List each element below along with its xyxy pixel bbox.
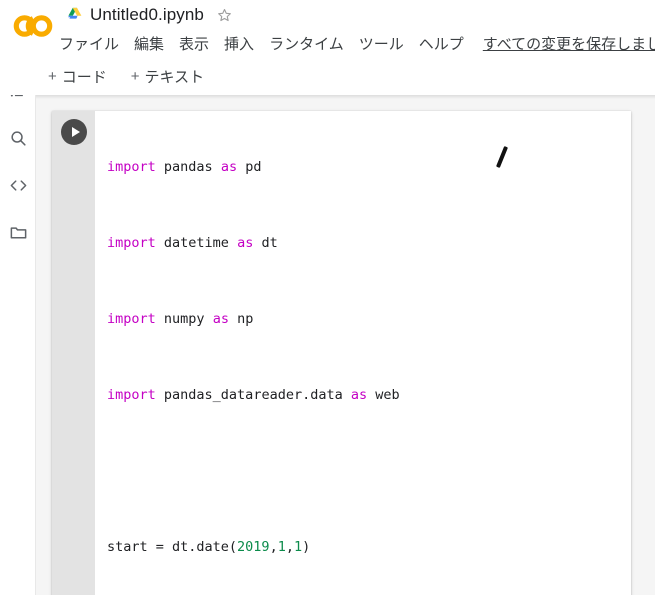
left-sidebar-rail	[0, 60, 35, 595]
app-header: Untitled0.ipynb ファイル 編集 表示 挿入 ランタイム ツール …	[0, 0, 655, 60]
code-line-2: import datetime as dt	[107, 235, 278, 251]
search-icon	[10, 130, 26, 146]
document-title-row: Untitled0.ipynb	[67, 2, 233, 28]
folder-icon	[10, 226, 26, 239]
sidebar-item-search[interactable]	[4, 124, 32, 152]
code-brackets-icon	[10, 179, 26, 191]
kw-import: import	[107, 159, 156, 175]
plus-icon: +	[130, 68, 140, 85]
add-text-cell-button[interactable]: + テキスト	[127, 64, 208, 89]
menu-item-tools[interactable]: ツール	[359, 33, 404, 54]
menu-item-view[interactable]: 表示	[179, 33, 209, 54]
menu-item-help[interactable]: ヘルプ	[419, 33, 464, 54]
menu-item-insert[interactable]: 挿入	[224, 33, 254, 54]
add-text-cell-label: テキスト	[144, 68, 205, 86]
menu-item-runtime[interactable]: ランタイム	[269, 33, 344, 54]
code-line-4: import pandas_datareader.data as web	[107, 387, 400, 403]
notebook-toolbar: + コード + テキスト	[0, 60, 655, 95]
colab-window: Untitled0.ipynb ファイル 編集 表示 挿入 ランタイム ツール …	[0, 0, 655, 595]
canvas-top-shadow	[36, 95, 655, 99]
sidebar-item-files[interactable]	[4, 218, 32, 246]
menu-item-edit[interactable]: 編集	[134, 33, 164, 54]
run-cell-button[interactable]	[61, 119, 87, 145]
kw-as: as	[212, 311, 229, 327]
colab-logo-icon	[13, 15, 53, 37]
kw-import: import	[107, 311, 156, 327]
kw-as: as	[237, 235, 254, 251]
notebook-canvas: import pandas as pd import datetime as d…	[35, 95, 655, 595]
sidebar-item-code-snippets[interactable]	[4, 171, 32, 199]
kw-as: as	[220, 159, 238, 175]
add-code-cell-label: コード	[61, 68, 107, 86]
code-line-3: import numpy as np	[107, 311, 254, 327]
play-icon	[71, 127, 80, 137]
code-line-1: import pandas as pd	[107, 159, 262, 175]
page-title[interactable]: Untitled0.ipynb	[90, 5, 204, 25]
star-outline-icon[interactable]	[216, 7, 233, 24]
kw-import: import	[107, 235, 156, 251]
kw-import: import	[107, 387, 156, 403]
colab-logo[interactable]	[9, 6, 57, 46]
menu-bar: ファイル 編集 表示 挿入 ランタイム ツール ヘルプ すべての変更を保存しまし…	[59, 31, 655, 55]
google-drive-icon	[68, 7, 82, 19]
code-cell-editor[interactable]: import pandas as pd import datetime as d…	[52, 111, 631, 595]
add-code-cell-button[interactable]: + コード	[44, 64, 111, 89]
code-cell-gutter	[52, 111, 95, 595]
code-source[interactable]: import pandas as pd import datetime as d…	[95, 111, 631, 595]
menu-item-file[interactable]: ファイル	[59, 33, 119, 54]
code-cell[interactable]: import pandas as pd import datetime as d…	[52, 111, 631, 595]
kw-as: as	[350, 387, 368, 403]
save-status-link[interactable]: すべての変更を保存しました	[483, 33, 655, 54]
plus-icon: +	[48, 68, 57, 85]
code-line-5: start = dt.date(2019,1,1)	[107, 539, 311, 555]
